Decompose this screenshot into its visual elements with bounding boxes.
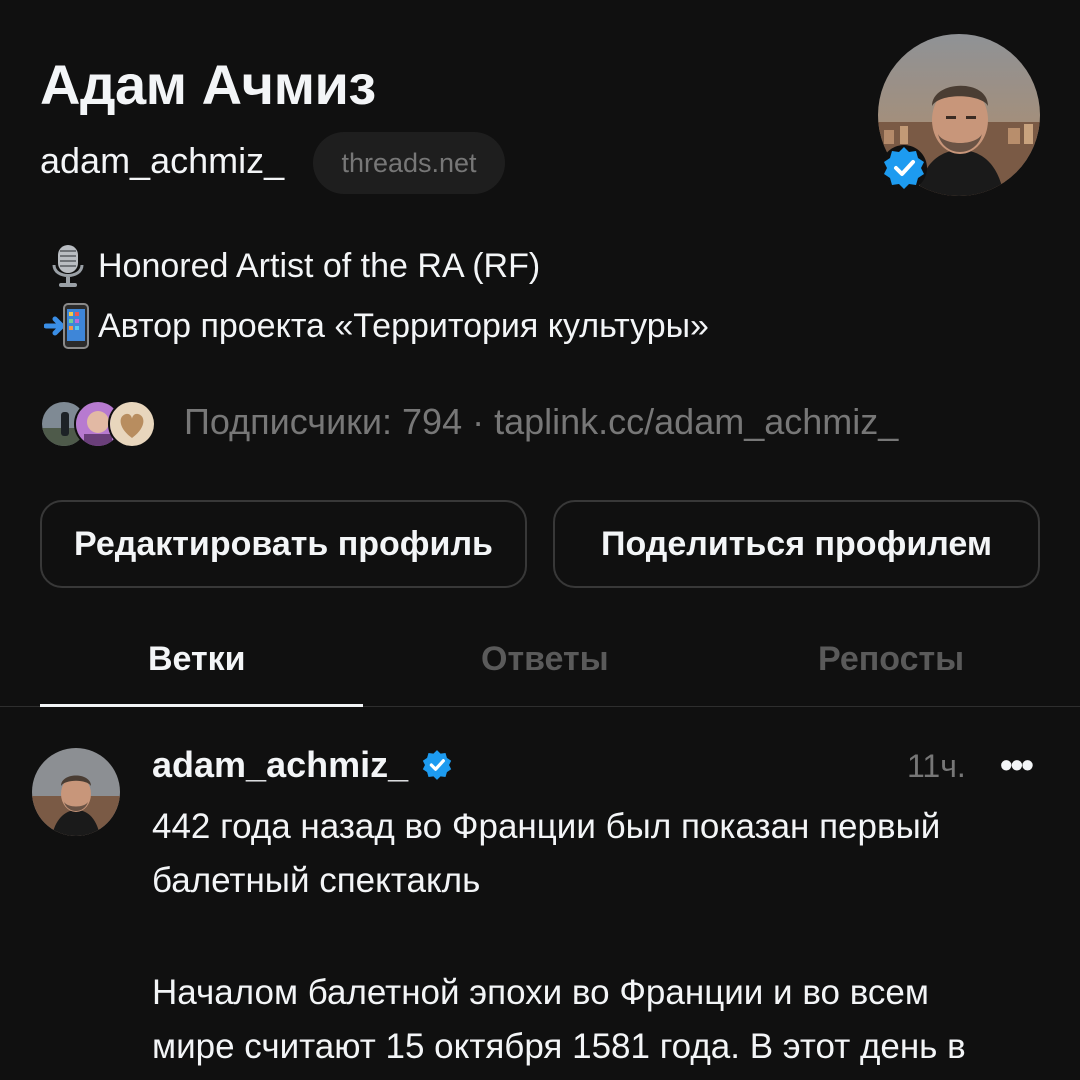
post-author-name[interactable]: adam_achmiz_ bbox=[152, 744, 408, 786]
bio-line-1: Honored Artist of the RA (RF) bbox=[44, 242, 540, 290]
tab-reposts[interactable]: Репосты bbox=[818, 640, 964, 679]
post-text-line: балетный спектакль bbox=[152, 861, 481, 900]
post-paragraph-2: Началом балетной эпохи во Франции и во в… bbox=[152, 966, 966, 1074]
bio-text-2: Автор проекта «Территория культуры» bbox=[98, 306, 709, 345]
bio-line-2: Автор проекта «Территория культуры» bbox=[44, 302, 709, 350]
verified-badge-icon bbox=[422, 750, 452, 780]
follower-avatars bbox=[40, 398, 170, 448]
followers-row[interactable]: Подписчики: 794 · taplink.cc/adam_achmiz… bbox=[40, 396, 898, 448]
post-author-avatar[interactable] bbox=[32, 748, 120, 836]
followers-link[interactable]: Подписчики: 794 · taplink.cc/adam_achmiz… bbox=[184, 401, 898, 443]
mobile-arrow-icon bbox=[44, 302, 92, 350]
active-tab-indicator bbox=[40, 704, 363, 707]
profile-username: adam_achmiz_ bbox=[40, 140, 285, 181]
post-text-line: 442 года назад во Франции был показан пе… bbox=[152, 807, 941, 846]
profile-name: Адам Ачмиз bbox=[40, 53, 376, 116]
domain-badge[interactable]: threads.net bbox=[313, 132, 505, 194]
post-text-line: Началом балетной эпохи во Франции и во в… bbox=[152, 973, 929, 1012]
post-paragraph-1: 442 года назад во Франции был показан пе… bbox=[152, 800, 940, 908]
bio-text-1: Honored Artist of the RA (RF) bbox=[98, 246, 541, 285]
share-profile-button[interactable]: Поделиться профилем bbox=[553, 500, 1040, 588]
profile-avatar[interactable] bbox=[878, 34, 1040, 196]
edit-profile-button[interactable]: Редактировать профиль bbox=[40, 500, 527, 588]
post-text-line: мире считают 15 октября 1581 года. В это… bbox=[152, 1027, 966, 1066]
microphone-icon bbox=[44, 242, 92, 290]
more-options-icon[interactable]: ••• bbox=[1000, 744, 1034, 786]
tab-threads[interactable]: Ветки bbox=[148, 640, 246, 679]
post-author[interactable]: adam_achmiz_ bbox=[152, 744, 454, 786]
tab-replies[interactable]: Ответы bbox=[481, 640, 609, 679]
follower-avatar bbox=[108, 400, 156, 448]
post-timestamp: 11ч. bbox=[907, 748, 966, 784]
verified-badge-icon bbox=[881, 145, 927, 191]
